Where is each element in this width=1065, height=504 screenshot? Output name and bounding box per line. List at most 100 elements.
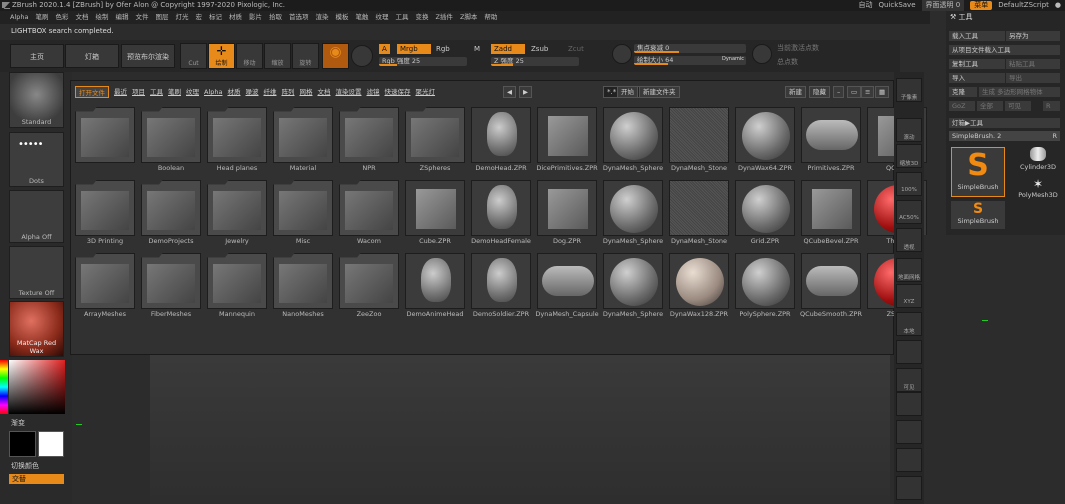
- lightbox-item[interactable]: DynaMesh_Sphere: [603, 253, 663, 321]
- paste-tool-button[interactable]: 粘贴工具: [1006, 59, 1060, 69]
- lightbox-item[interactable]: DynaWax64.ZPR: [735, 107, 795, 175]
- stroke-dots-button[interactable]: ••••• Dots: [9, 132, 64, 187]
- home-tab[interactable]: 主页: [10, 44, 64, 68]
- lightbox-tab[interactable]: 最近: [114, 86, 127, 98]
- menu-item[interactable]: 灯光: [175, 11, 188, 24]
- menu-item[interactable]: 影片: [249, 11, 262, 24]
- secondary-color-swatch[interactable]: [38, 431, 64, 457]
- lightbox-item[interactable]: Jewelry: [207, 180, 267, 248]
- lightbox-item[interactable]: QCubeSmooth.ZPR: [800, 253, 862, 321]
- alpha-off-button[interactable]: Alpha Off: [9, 190, 64, 243]
- gradient-toggle[interactable]: 渐变: [11, 418, 25, 428]
- zsub-toggle[interactable]: Zsub: [531, 45, 548, 53]
- lightbox-item[interactable]: Primitives.ZPR: [801, 107, 861, 175]
- switch-color-button[interactable]: 切换颜色: [11, 461, 39, 471]
- lightbox-item[interactable]: NanoMeshes: [273, 253, 333, 321]
- menu-item[interactable]: Alpha: [10, 11, 28, 24]
- right-shelf-button[interactable]: 子像素: [896, 78, 922, 102]
- menu-item[interactable]: 笔刷: [35, 11, 48, 24]
- restore-icon[interactable]: ▭: [847, 86, 862, 98]
- load-from-project-button[interactable]: 从项目文件载入工具: [949, 45, 1060, 55]
- interface-transparency-slider[interactable]: 界面透明 0: [921, 0, 965, 11]
- save-as-button[interactable]: 另存为: [1006, 31, 1060, 41]
- lightbox-tab[interactable]: 笔刷: [168, 86, 181, 98]
- menus-button[interactable]: 菜单: [970, 1, 993, 10]
- lightbox-tab[interactable]: 纤维: [263, 86, 276, 98]
- lightbox-tab[interactable]: 渲染设置: [335, 86, 361, 98]
- lightbox-item[interactable]: Boolean: [141, 107, 201, 175]
- lightbox-item[interactable]: DemoHead.ZPR: [471, 107, 531, 175]
- grid-view-icon[interactable]: ▦: [875, 86, 890, 98]
- lightbox-item[interactable]: DemoHeadFemale: [471, 180, 531, 248]
- export-button[interactable]: 导出: [1006, 73, 1060, 83]
- minimize-icon[interactable]: –: [833, 86, 845, 98]
- lightbox-tab[interactable]: 快速保存: [384, 86, 410, 98]
- alternate-button[interactable]: 交替: [9, 474, 64, 484]
- lightbox-tab[interactable]: 文档: [317, 86, 330, 98]
- lightbox-tab[interactable]: 纹理: [186, 86, 199, 98]
- a-toggle[interactable]: A: [379, 44, 390, 54]
- lightbox-item[interactable]: 3D Printing: [75, 180, 135, 248]
- menu-item[interactable]: 模板: [335, 11, 348, 24]
- copy-tool-button[interactable]: 复制工具: [949, 59, 1005, 69]
- tool-simplebrush-large[interactable]: S SimpleBrush: [951, 147, 1005, 197]
- lightbox-tab[interactable]: 材质: [227, 86, 240, 98]
- lightbox-item[interactable]: ArrayMeshes: [75, 253, 135, 321]
- right-shelf-button[interactable]: [896, 340, 922, 364]
- lightbox-item[interactable]: DynaMesh_Stone: [669, 180, 729, 248]
- right-shelf-icon[interactable]: [896, 392, 922, 416]
- right-shelf-icon[interactable]: [896, 420, 922, 444]
- color-picker[interactable]: [9, 360, 65, 414]
- right-shelf-button[interactable]: 滚动: [896, 118, 922, 142]
- clone-button[interactable]: 克隆: [949, 87, 977, 97]
- zadd-toggle[interactable]: Zadd: [491, 44, 525, 54]
- menu-item[interactable]: 标记: [209, 11, 222, 24]
- dynamic-toggle[interactable]: Dynamic: [722, 56, 744, 62]
- m-toggle[interactable]: M: [474, 45, 480, 53]
- hide-button[interactable]: 隐藏: [809, 86, 830, 98]
- material-sphere-button[interactable]: ◉: [322, 43, 349, 69]
- zcut-toggle[interactable]: Zcut: [568, 45, 584, 53]
- right-shelf-button[interactable]: XYZ: [896, 284, 922, 308]
- lightbox-tab[interactable]: 打开文件: [75, 86, 109, 98]
- move-button[interactable]: 移动: [236, 43, 263, 69]
- lightbox-tab[interactable]: 滤镜: [366, 86, 379, 98]
- menu-item[interactable]: 纹理: [375, 11, 388, 24]
- lightbox-item[interactable]: DynaMesh_Capsule: [535, 253, 599, 321]
- goz-button[interactable]: GoZ: [949, 101, 975, 111]
- focal-shift-slider[interactable]: 焦点衰减 0: [634, 44, 746, 53]
- rgb-toggle[interactable]: Rgb: [436, 45, 450, 53]
- rotate-button[interactable]: 旋转: [292, 43, 319, 69]
- lightbox-item[interactable]: NPR: [339, 107, 399, 175]
- tool-polymesh3d[interactable]: ✶ PolyMesh3D: [1014, 177, 1062, 205]
- lightbox-tab[interactable]: 噪波: [245, 86, 258, 98]
- color-swatch-button[interactable]: [351, 45, 373, 67]
- menu-item[interactable]: 材质: [229, 11, 242, 24]
- hue-slider[interactable]: [0, 360, 8, 414]
- lightbox-back-button[interactable]: ◀: [503, 86, 516, 98]
- menu-item[interactable]: 图层: [155, 11, 168, 24]
- menu-item[interactable]: 文件: [135, 11, 148, 24]
- lightbox-tab[interactable]: 工具: [150, 86, 163, 98]
- list-view-icon[interactable]: ≡: [861, 86, 875, 98]
- current-tool-slider[interactable]: SimpleBrush. 2R: [949, 131, 1060, 141]
- menu-item[interactable]: 编辑: [115, 11, 128, 24]
- preview-render-tab[interactable]: 预览布尔渲染: [121, 44, 175, 68]
- menu-item[interactable]: 首选项: [289, 11, 309, 24]
- lightbox-item[interactable]: Misc: [273, 180, 333, 248]
- lightbox-item[interactable]: DynaMesh_Sphere: [603, 180, 663, 248]
- lightbox-item[interactable]: Cube.ZPR: [405, 180, 465, 248]
- new-folder-button[interactable]: 新建文件夹: [639, 86, 680, 98]
- right-shelf-button[interactable]: 100%: [896, 172, 922, 196]
- lightbox-tab[interactable]: 灯箱: [65, 44, 119, 68]
- right-shelf-icon[interactable]: [896, 476, 922, 500]
- lightbox-item[interactable]: DicePrimitives.ZPR: [536, 107, 598, 175]
- menu-item[interactable]: Z脚本: [460, 11, 477, 24]
- lightbox-tab[interactable]: 阵列: [281, 86, 294, 98]
- lightbox-item[interactable]: Head planes: [207, 107, 267, 175]
- texture-off-button[interactable]: Texture Off: [9, 246, 64, 299]
- lightbox-item[interactable]: DemoAnimeHead: [405, 253, 465, 321]
- lightbox-forward-button[interactable]: ▶: [519, 86, 532, 98]
- tool-cylinder3d[interactable]: Cylinder3D: [1014, 147, 1062, 179]
- material-matcap-red-wax-button[interactable]: MatCap Red Wax: [9, 301, 64, 357]
